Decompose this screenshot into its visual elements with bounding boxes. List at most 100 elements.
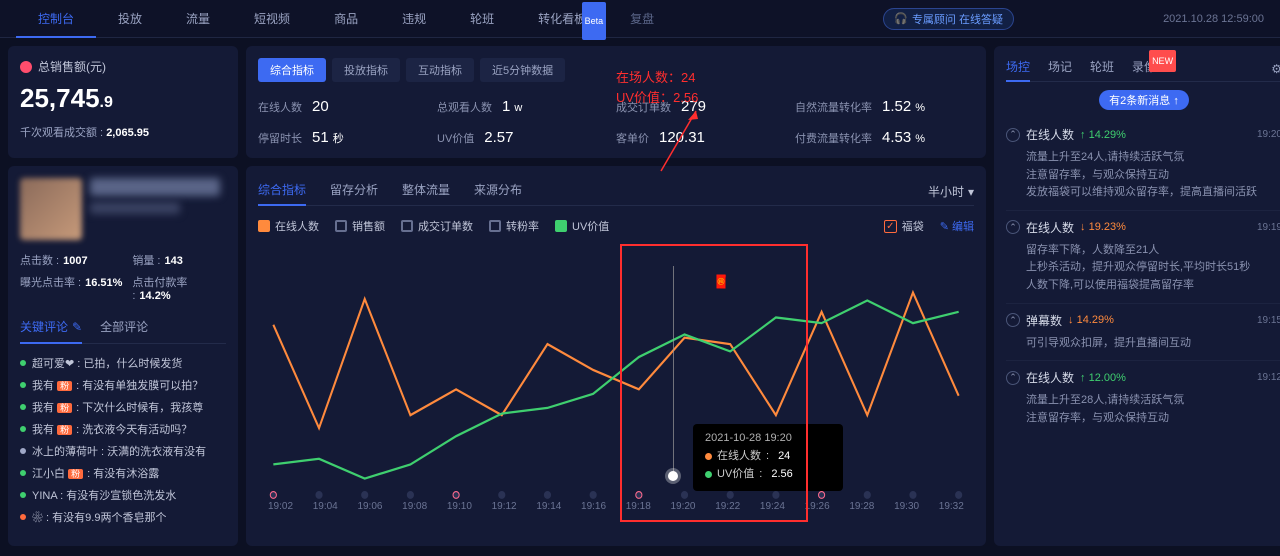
chevron-up-icon: ⌃ (1006, 220, 1020, 234)
x-tick: 19:24 (760, 501, 785, 512)
comment-item[interactable]: YINA : 有没有沙宣锁色洗发水 (20, 484, 226, 506)
streamer-avatar (20, 178, 82, 240)
x-tick: 19:20 (670, 501, 695, 512)
nav-tab-product[interactable]: 商品 (312, 0, 380, 38)
legend-item[interactable]: 在线人数 (258, 218, 319, 234)
x-tick: 19:14 (536, 501, 561, 512)
nav-tab-traffic[interactable]: 流量 (164, 0, 232, 38)
legend-item[interactable]: UV价值 (555, 218, 609, 234)
comment-list: 超可爱❤ : 已拍，什么时候发货我有 粉: 有没有单独发膜可以拍？我有 粉: 下… (20, 352, 226, 528)
feed-item[interactable]: ⌃弹幕数↓ 14.29%19:15可引导观众扣屏，提升直播间互动 (1006, 303, 1280, 361)
hover-marker (668, 471, 678, 481)
metric-item: 付费流量转化率4.53% (795, 129, 974, 146)
x-tick: 19:02 (268, 501, 293, 512)
support-badge[interactable]: 🎧 专属顾问 在线答疑 (883, 8, 1014, 30)
stat-sales: 销量 :143 (132, 252, 226, 268)
sales-sub: 千次观看成交额 : 2,065.95 (20, 124, 226, 140)
sales-amount: 25,745.9 (20, 83, 226, 114)
metric-item: 在线人数20 (258, 98, 437, 115)
chart-area[interactable]: 19:02 19:04 19:06 19:08 19:10 19:12 19:14 19:16… (258, 244, 974, 524)
comment-item[interactable]: 我有 粉: 下次什么时候有，我孩尊 (20, 396, 226, 418)
metric-tab-delivery[interactable]: 投放指标 (332, 58, 400, 82)
streamer-name-blurred (90, 178, 220, 196)
metric-item: 总观看人数1w (437, 98, 616, 115)
metric-item: UV价值2.57 (437, 129, 616, 146)
stat-payrate: 点击付款率 :14.2% (132, 274, 226, 302)
chart-tooltip: 2021-10-28 19:20 在线人数 : 24 UV价值 : 2.56 (693, 424, 843, 491)
comment-tab-all[interactable]: 全部评论 (100, 318, 148, 343)
record-icon (20, 61, 32, 73)
comment-tab-key[interactable]: 关键评论✎ (20, 318, 82, 343)
sales-card: 总销售额(元) 25,745.9 千次观看成交额 : 2,065.95 (8, 46, 238, 158)
edit-icon: ✎ (940, 220, 949, 233)
x-tick: 19:08 (402, 501, 427, 512)
legend-item[interactable]: 销售额 (335, 218, 385, 234)
right-tab-shift[interactable]: 轮班 (1090, 56, 1114, 82)
nav-tab-console[interactable]: 控制台 (16, 0, 96, 38)
x-tick: 19:10 (447, 501, 472, 512)
legend-item[interactable]: 成交订单数 (401, 218, 473, 234)
annotation-text: 在场人数：24 UV价值：2.56 (616, 68, 698, 107)
metric-tab-overall[interactable]: 综合指标 (258, 58, 326, 82)
x-tick: 19:22 (715, 501, 740, 512)
profile-card: 点击数 :1007 销量 :143 曝光点击率 :16.51% 点击付款率 :1… (8, 166, 238, 546)
metric-item: 自然流量转化率1.52% (795, 98, 974, 115)
right-tab-record[interactable]: 录像NEW (1132, 56, 1156, 82)
comment-item[interactable]: 超可爱❤ : 已拍，什么时候发货 (20, 352, 226, 374)
hover-vline (673, 266, 674, 476)
comment-item[interactable]: 江小白 粉: 有没有沐浴露 (20, 462, 226, 484)
chart-edit-button[interactable]: ✎编辑 (940, 218, 974, 234)
chevron-down-icon: ▾ (968, 185, 974, 199)
gear-icon[interactable]: ⚙ (1271, 62, 1280, 76)
x-tick: 19:30 (894, 501, 919, 512)
page-timestamp: 2021.10.28 12:59:00 (1163, 0, 1264, 38)
chart-card: 综合指标 留存分析 整体流量 来源分布 半小时 ▾ 在线人数销售额成交订单数转粉… (246, 166, 986, 546)
comment-item[interactable]: 我有 粉: 有没有单独发膜可以拍？ (20, 374, 226, 396)
chevron-up-icon: ⌃ (1006, 371, 1020, 385)
comment-item[interactable]: ❀ : 有没有9.9两个香皂那个 (20, 506, 226, 528)
checkbox-fubao[interactable]: ✓福袋 (884, 218, 924, 234)
x-tick: 19:04 (313, 501, 338, 512)
comment-item[interactable]: 冰上的薄荷叶 : 沃满的洗衣液有没有 (20, 440, 226, 462)
x-tick: 19:26 (805, 501, 830, 512)
nav-tab-conversion[interactable]: 转化看板Beta (516, 0, 608, 38)
x-tick: 19:06 (357, 501, 382, 512)
nav-tab-violation[interactable]: 违规 (380, 0, 448, 38)
nav-tab-delivery[interactable]: 投放 (96, 0, 164, 38)
feed-item[interactable]: ⌃在线人数↑ 14.29%19:20流量上升至24人,请持续活跃气氛注意留存率，… (1006, 118, 1280, 210)
edit-icon[interactable]: ✎ (72, 320, 82, 334)
nav-tab-review[interactable]: 复盘 (608, 0, 676, 38)
sales-title: 总销售额(元) (20, 58, 226, 75)
feed-item[interactable]: ⌃在线人数↓ 19.23%19:19留存率下降，人数降至21人上秒杀活动，提升观… (1006, 210, 1280, 303)
metric-item: 客单价120.31 (616, 129, 795, 146)
nav-tab-shortvideo[interactable]: 短视频 (232, 0, 312, 38)
assist-panel: 场控 场记 轮班 录像NEW ⚙ 有2条新消息 ↑ ⌃在线人数↑ 14.29%1… (994, 46, 1280, 546)
x-tick: 19:12 (492, 501, 517, 512)
metric-tab-5min[interactable]: 近5分钟数据 (480, 58, 565, 82)
right-tab-control[interactable]: 场控 (1006, 56, 1030, 82)
streamer-sub-blurred (90, 202, 180, 214)
feed-item[interactable]: ⌃在线人数↑ 12.00%19:12流量上升至28人,请持续活跃气氛注意留存率，… (1006, 360, 1280, 435)
top-nav: 控制台 投放 流量 短视频 商品 违规 轮班 转化看板Beta 复盘 🎧 专属顾… (0, 0, 1280, 38)
stat-clicks: 点击数 :1007 (20, 252, 132, 268)
metric-tab-interact[interactable]: 互动指标 (406, 58, 474, 82)
chart-tab-source[interactable]: 来源分布 (474, 178, 522, 206)
headset-icon: 🎧 (894, 12, 908, 25)
nav-tab-shift[interactable]: 轮班 (448, 0, 516, 38)
x-tick: 19:28 (849, 501, 874, 512)
stat-ctr: 曝光点击率 :16.51% (20, 274, 132, 302)
legend-item[interactable]: 转粉率 (489, 218, 539, 234)
x-tick: 19:18 (626, 501, 651, 512)
chart-tab-overall[interactable]: 综合指标 (258, 178, 306, 206)
comment-item[interactable]: 我有 粉: 洗衣液今天有活动吗？ (20, 418, 226, 440)
right-tab-log[interactable]: 场记 (1048, 56, 1072, 82)
x-tick: 19:32 (939, 501, 964, 512)
metric-item: 停留时长51秒 (258, 129, 437, 146)
new-message-badge[interactable]: 有2条新消息 ↑ (1099, 90, 1189, 110)
x-tick: 19:16 (581, 501, 606, 512)
chart-tab-retention[interactable]: 留存分析 (330, 178, 378, 206)
bag-icon: 🧧 (713, 274, 729, 290)
period-select[interactable]: 半小时 ▾ (928, 183, 974, 200)
chart-tab-traffic[interactable]: 整体流量 (402, 178, 450, 206)
chevron-up-icon: ⌃ (1006, 128, 1020, 142)
